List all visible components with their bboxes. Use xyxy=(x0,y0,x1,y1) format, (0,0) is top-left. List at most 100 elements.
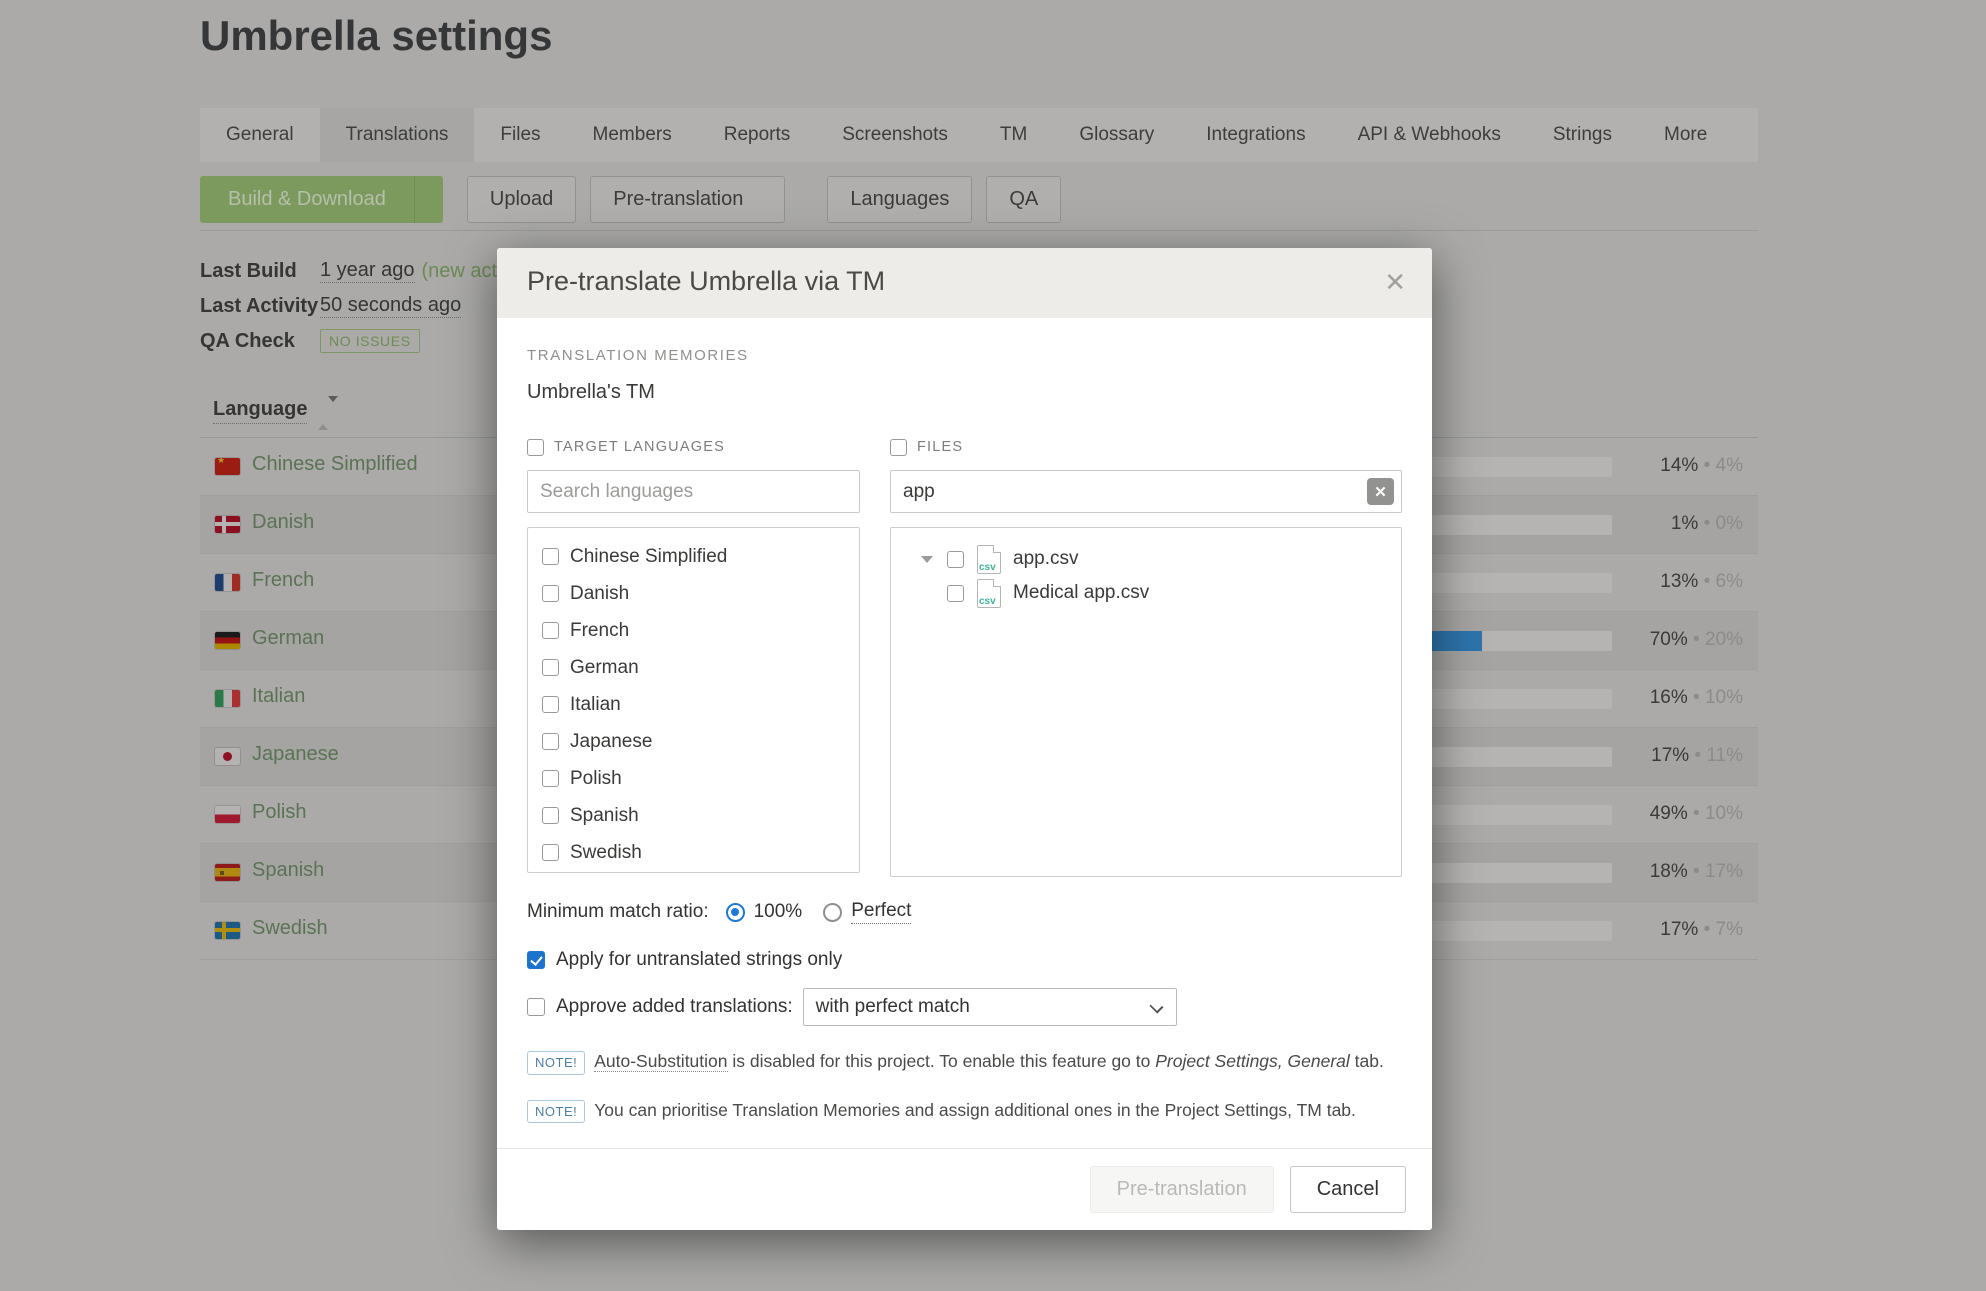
language-checkbox[interactable] xyxy=(542,696,559,713)
language-flag-icon xyxy=(215,806,240,823)
language-checkbox[interactable] xyxy=(542,844,559,861)
language-option-label: Swedish xyxy=(570,842,642,864)
approve-translations-checkbox[interactable] xyxy=(527,998,545,1016)
language-column-header[interactable]: Language xyxy=(213,398,307,424)
language-option[interactable]: Italian xyxy=(542,686,859,723)
build-download-menu-button[interactable] xyxy=(414,176,443,223)
note-text: You can prioritise Translation Memories … xyxy=(594,1099,1356,1123)
approved-percent: 17% xyxy=(1705,861,1743,882)
language-option[interactable]: Japanese xyxy=(542,723,859,760)
language-link[interactable]: Chinese Simplified xyxy=(252,453,418,476)
file-tree: csv app.csv csv Medical app.csv xyxy=(890,527,1402,877)
file-checkbox[interactable] xyxy=(947,551,964,568)
languages-button[interactable]: Languages xyxy=(827,176,972,223)
last-build-row: Last Build 1 year ago (new activity) xyxy=(200,258,538,284)
language-option[interactable]: Spanish xyxy=(542,797,859,834)
file-tree-row[interactable]: csv Medical app.csv xyxy=(891,576,1401,610)
qa-status-badge[interactable]: NO ISSUES xyxy=(320,329,420,353)
last-activity-row: Last Activity 50 seconds ago xyxy=(200,293,538,319)
collapse-arrow-icon[interactable] xyxy=(921,556,933,563)
language-link[interactable]: French xyxy=(252,569,314,592)
progress-percentages: 70% • 20% xyxy=(1513,629,1743,651)
auto-substitution-link[interactable]: Auto-Substitution xyxy=(594,1051,727,1072)
build-download-button[interactable]: Build & Download xyxy=(200,176,414,223)
language-link[interactable]: German xyxy=(252,627,324,650)
cancel-button[interactable]: Cancel xyxy=(1290,1166,1406,1213)
files-checkbox[interactable] xyxy=(890,439,907,456)
match-perfect-radio[interactable] xyxy=(823,903,842,922)
language-checkbox[interactable] xyxy=(542,733,559,750)
last-activity-link[interactable]: 50 seconds ago xyxy=(320,294,461,318)
close-icon[interactable]: ✕ xyxy=(1380,265,1410,299)
qa-check-label: QA Check xyxy=(200,330,320,353)
dialog-footer: Pre-translation Cancel xyxy=(497,1148,1432,1230)
language-checkbox[interactable] xyxy=(542,585,559,602)
language-link[interactable]: Japanese xyxy=(252,743,339,766)
upload-label: Upload xyxy=(490,188,553,211)
language-link[interactable]: Danish xyxy=(252,511,314,534)
pre-translation-menu-button[interactable]: Pre-translation xyxy=(590,176,785,223)
files-label: FILES xyxy=(917,439,963,455)
last-build-label: Last Build xyxy=(200,260,320,283)
language-option[interactable]: French xyxy=(542,612,859,649)
language-link[interactable]: Swedish xyxy=(252,917,328,940)
language-option[interactable]: Swedish xyxy=(542,834,859,871)
apply-untranslated-label[interactable]: Apply for untranslated strings only xyxy=(556,949,842,971)
match-100-radio[interactable] xyxy=(726,903,745,922)
file-name: Medical app.csv xyxy=(1013,582,1149,604)
progress-percentages: 49% • 10% xyxy=(1513,803,1743,825)
more-tab-wrap xyxy=(0,108,1558,162)
qa-button[interactable]: QA xyxy=(986,176,1061,223)
language-option-label: Polish xyxy=(570,768,622,790)
apply-untranslated-checkbox[interactable] xyxy=(527,951,545,969)
approve-translations-label[interactable]: Approve added translations: xyxy=(556,996,793,1018)
translated-percent: 17% xyxy=(1660,919,1698,940)
file-checkbox[interactable] xyxy=(947,585,964,602)
note-prioritise-tm: NOTE! You can prioritise Translation Mem… xyxy=(527,1099,1402,1124)
progress-percentages: 17% • 7% xyxy=(1513,919,1743,941)
page-root: Umbrella settings General Translations F… xyxy=(0,0,1986,1291)
upload-button[interactable]: Upload xyxy=(467,176,576,223)
pre-translation-submit-button[interactable]: Pre-translation xyxy=(1090,1166,1274,1213)
file-tree-row[interactable]: csv app.csv xyxy=(891,542,1401,576)
csv-file-icon: csv xyxy=(977,579,1001,608)
language-checkbox[interactable] xyxy=(542,770,559,787)
language-flag-icon xyxy=(215,690,240,707)
language-search-wrap xyxy=(527,470,860,513)
language-link[interactable]: Spanish xyxy=(252,859,324,882)
build-download-split-button[interactable]: Build & Download xyxy=(200,176,443,223)
sort-icon[interactable] xyxy=(318,402,338,425)
file-name: app.csv xyxy=(1013,548,1078,570)
language-link[interactable]: Polish xyxy=(252,801,306,824)
language-checkbox[interactable] xyxy=(542,622,559,639)
language-search-input[interactable] xyxy=(527,470,860,513)
file-search-input[interactable] xyxy=(890,470,1402,513)
language-option[interactable]: Danish xyxy=(542,575,859,612)
last-build-link[interactable]: 1 year ago xyxy=(320,259,415,283)
target-languages-checkbox[interactable] xyxy=(527,439,544,456)
clear-search-icon[interactable]: ✕ xyxy=(1367,478,1394,505)
language-option[interactable]: Polish xyxy=(542,760,859,797)
tab-more[interactable]: More xyxy=(1638,108,1751,162)
match-perfect-label[interactable]: Perfect xyxy=(851,900,911,924)
language-checkbox[interactable] xyxy=(542,807,559,824)
language-link[interactable]: Italian xyxy=(252,685,305,708)
approved-percent: 20% xyxy=(1705,629,1743,650)
chevron-down-icon xyxy=(1149,999,1163,1013)
approve-translations-row: Approve added translations: with perfect… xyxy=(527,988,1402,1026)
language-flag-icon xyxy=(215,922,240,939)
match-100-label[interactable]: 100% xyxy=(754,901,803,923)
language-option-label: Danish xyxy=(570,583,629,605)
translated-percent: 70% xyxy=(1650,629,1688,650)
target-languages-column: TARGET LANGUAGES Chinese Simplified xyxy=(527,437,860,877)
pre-translation-label: Pre-translation xyxy=(613,188,743,211)
language-checkbox[interactable] xyxy=(542,659,559,676)
pre-translate-dialog: Pre-translate Umbrella via TM ✕ TRANSLAT… xyxy=(497,248,1432,1230)
approve-mode-select[interactable]: with perfect match xyxy=(803,988,1177,1026)
language-option-label: Italian xyxy=(570,694,621,716)
language-checkbox[interactable] xyxy=(542,548,559,565)
language-option[interactable]: Chinese Simplified xyxy=(542,538,859,575)
translated-percent: 1% xyxy=(1671,513,1698,534)
language-option[interactable]: German xyxy=(542,649,859,686)
note-text: Auto-Substitution is disabled for this p… xyxy=(594,1050,1384,1074)
